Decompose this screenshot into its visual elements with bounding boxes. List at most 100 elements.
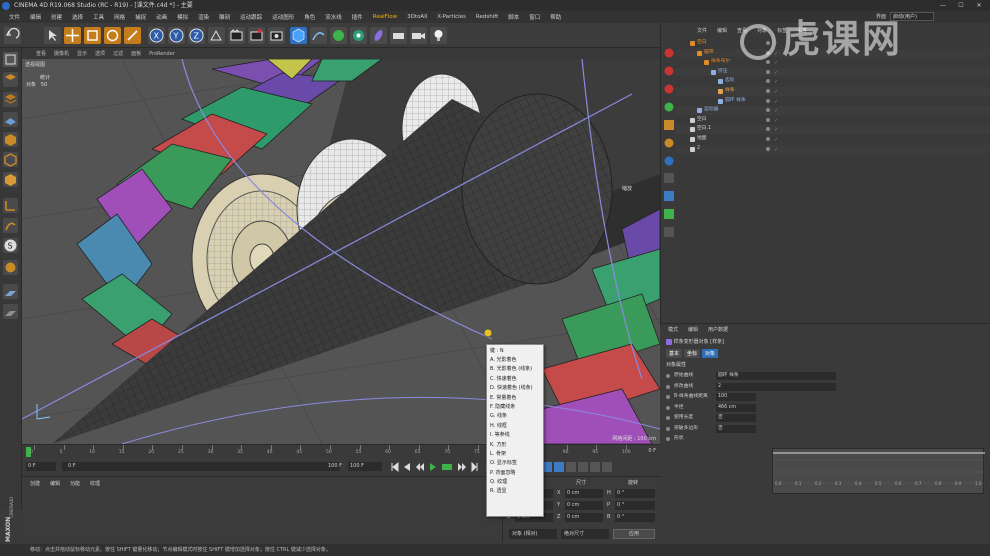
visibility-dots-icon[interactable] — [766, 69, 770, 74]
coord-size-field[interactable]: 0 cm — [565, 501, 603, 510]
menu-item[interactable]: 渲染 — [193, 13, 214, 21]
menu-item[interactable]: 网格 — [109, 13, 130, 21]
coord-rotation-field[interactable]: 0 ° — [615, 513, 655, 522]
z-axis-icon[interactable]: Z — [188, 27, 205, 44]
coord-size-field[interactable]: 0 cm — [565, 489, 603, 498]
field-value[interactable]: 2 — [716, 382, 836, 391]
apply-button[interactable]: 应用 — [613, 529, 655, 539]
field-value[interactable]: 否 — [716, 414, 756, 422]
enable-check-icon[interactable]: ✓ — [774, 117, 778, 126]
world-coord-icon[interactable] — [208, 27, 225, 44]
coord-size-mode-select[interactable]: 绝对尺寸 — [561, 529, 609, 539]
subdivision-icon[interactable] — [330, 27, 347, 44]
timeline[interactable]: 0510152025303540455055606570758085909510… — [22, 444, 660, 458]
material-menu-item[interactable]: 编辑 — [50, 480, 60, 487]
menu-item[interactable]: 插件 — [347, 13, 368, 21]
material-menu-item[interactable]: 纹理 — [90, 480, 100, 487]
enable-axis-icon[interactable] — [3, 198, 18, 213]
field-value[interactable]: 否 — [716, 424, 756, 433]
select-arrow-icon[interactable] — [44, 27, 61, 44]
y-axis-icon[interactable]: Y — [168, 27, 185, 44]
planar-workplane-icon[interactable] — [3, 304, 18, 319]
coord-rotation-field[interactable]: 0 ° — [615, 489, 655, 498]
menu-item[interactable]: 模拟 — [172, 13, 193, 21]
render-view-icon[interactable] — [228, 27, 245, 44]
enable-check-icon[interactable]: ✓ — [774, 78, 778, 87]
attribute-tab[interactable]: 基本 — [666, 349, 683, 358]
menu-item[interactable]: Redshift — [471, 14, 503, 20]
object-menu-item[interactable]: 文件 — [692, 27, 712, 37]
visibility-dots-icon[interactable] — [766, 117, 770, 122]
visibility-dots-icon[interactable] — [766, 108, 770, 113]
context-menu-item[interactable]: A. 光影着色 — [487, 356, 543, 365]
viewport-menu-item[interactable]: 查看 — [32, 50, 50, 57]
render-settings-icon[interactable] — [268, 27, 285, 44]
workplane-icon[interactable] — [3, 112, 18, 127]
attribute-tab[interactable]: 坐标 — [684, 349, 701, 358]
camera-icon[interactable] — [410, 27, 427, 44]
menu-item[interactable]: 选择 — [67, 13, 88, 21]
visibility-dots-icon[interactable] — [766, 98, 770, 103]
menu-item[interactable]: 创建 — [46, 13, 67, 21]
coord-mode-select[interactable]: 对象 (相对) — [509, 529, 557, 539]
scene-icon[interactable] — [390, 27, 407, 44]
tweak-mode-icon[interactable] — [3, 218, 18, 233]
object-row[interactable]: 样条 ✓ — [676, 87, 990, 96]
locked-workplane-icon[interactable] — [3, 260, 18, 275]
context-menu-item[interactable]: L. 骨架 — [487, 450, 543, 459]
texture-mode-icon[interactable] — [3, 92, 18, 107]
context-menu-item[interactable]: R. 透显 — [487, 487, 543, 496]
viewport[interactable]: 透视视图 统计 对象 50 缩放 网格间距 : 100 cm — [22, 59, 660, 444]
object-menu-item[interactable]: 编辑 — [712, 27, 732, 37]
menu-item[interactable]: 动画 — [151, 13, 172, 21]
menu-item[interactable]: 工具 — [88, 13, 109, 21]
menu-item[interactable]: X-Particles — [432, 14, 471, 20]
enable-check-icon[interactable]: ✓ — [774, 98, 778, 107]
visibility-dots-icon[interactable] — [766, 127, 770, 132]
light-icon[interactable] — [430, 27, 447, 44]
points-mode-icon[interactable] — [3, 132, 18, 147]
menu-item[interactable]: 文件 — [4, 13, 25, 21]
menu-item[interactable]: 窗口 — [524, 13, 545, 21]
enable-check-icon[interactable]: ✓ — [774, 88, 778, 97]
frame-max-field[interactable]: 100 F — [348, 462, 382, 471]
visibility-dots-icon[interactable] — [766, 146, 770, 151]
enable-check-icon[interactable]: ✓ — [774, 107, 778, 116]
object-row[interactable]: 圆环 样条 ✓ — [676, 97, 990, 106]
viewport-menu-item[interactable]: ProRender — [145, 51, 179, 57]
menu-item[interactable]: 运动跟踪 — [235, 13, 267, 21]
menu-item[interactable]: 帮助 — [545, 13, 566, 21]
menu-item[interactable]: 角色 — [299, 13, 320, 21]
object-row[interactable]: 地面 ✓ — [676, 135, 990, 144]
object-row[interactable]: 齿轮 ✓ — [676, 77, 990, 86]
rotate-icon[interactable] — [104, 27, 121, 44]
menu-item[interactable]: 捕捉 — [130, 13, 151, 21]
render-picture-icon[interactable] — [248, 27, 265, 44]
field-value[interactable]: 100 — [716, 393, 756, 401]
material-menu-item[interactable]: 功能 — [70, 480, 80, 487]
context-menu-item[interactable]: C. 快速着色 — [487, 375, 543, 384]
context-menu-item[interactable]: F. 隐藏线条 — [487, 403, 543, 412]
attribute-menu-item[interactable]: 用户数据 — [708, 326, 728, 333]
make-editable-icon[interactable] — [3, 52, 18, 67]
context-menu-item[interactable]: H. 线框 — [487, 422, 543, 431]
shape-curve-graph[interactable]: 0.0 0.1 0.2 0.3 0.4 0.5 0.6 0.7 0.8 0.9 1.0 — [772, 448, 985, 494]
context-menu-item[interactable]: Q. 纹理 — [487, 478, 543, 487]
coord-rotation-field[interactable]: 0 ° — [615, 501, 655, 510]
scale-icon[interactable] — [84, 27, 101, 44]
frame-start-field[interactable]: 0 F — [26, 462, 56, 471]
object-row[interactable]: 2 ✓ — [676, 144, 990, 154]
coord-size-field[interactable]: 0 cm — [565, 513, 603, 522]
viewport-menu-item[interactable]: 显示 — [73, 50, 91, 57]
context-menu-item[interactable]: D. 快速着色 (线条) — [487, 384, 543, 393]
recent-tool-icon[interactable] — [124, 27, 141, 44]
viewport-menu-item[interactable]: 面板 — [127, 50, 145, 57]
context-menu-item[interactable]: B. 光影着色 (线条) — [487, 365, 543, 374]
menu-item[interactable]: 运动图形 — [267, 13, 299, 21]
workplane-grid-icon[interactable] — [3, 284, 18, 299]
frame-range-slider[interactable]: 0 F — [62, 462, 340, 471]
context-menu-item[interactable]: K. 方形 — [487, 441, 543, 450]
object-row[interactable]: 空白.1 ✓ — [676, 125, 990, 134]
polygons-mode-icon[interactable] — [3, 172, 18, 187]
model-mode-icon[interactable] — [3, 72, 18, 87]
